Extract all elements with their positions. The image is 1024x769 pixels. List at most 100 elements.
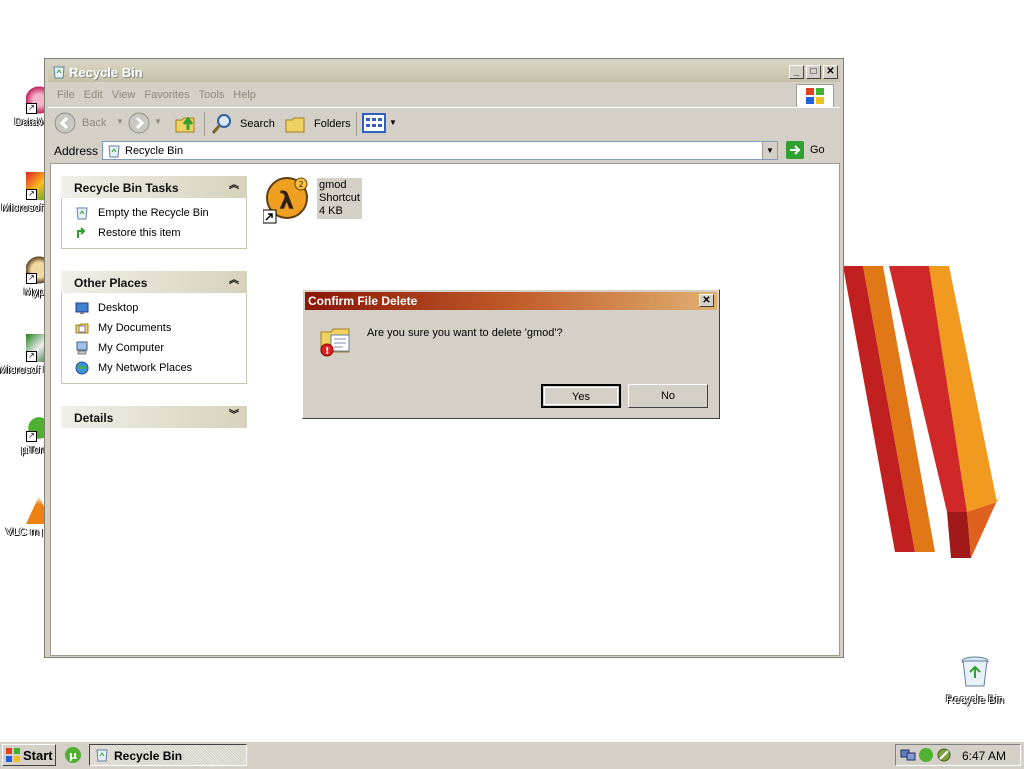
place-label: My Computer xyxy=(98,342,165,354)
chevron-down-icon: ▼ xyxy=(389,118,397,127)
panel-header[interactable]: Other Places ︽ xyxy=(61,271,247,293)
menu-favorites[interactable]: Favorites xyxy=(144,89,189,101)
expand-chevron-icon[interactable]: ︾ xyxy=(227,409,241,423)
dialog-title: Confirm File Delete xyxy=(308,294,418,308)
close-button[interactable]: ✕ xyxy=(823,65,838,79)
up-folder-button[interactable] xyxy=(174,112,198,136)
go-button[interactable]: Go xyxy=(786,141,832,161)
svg-text:!: ! xyxy=(325,346,330,357)
search-button[interactable]: Search xyxy=(210,112,280,136)
standard-toolbar: Back ▼ ▼ Search Folders ▼ xyxy=(48,107,840,140)
other-places-panel: Other Places ︽ Desktop My Documents My C… xyxy=(61,271,247,384)
menu-help[interactable]: Help xyxy=(233,89,256,101)
up-folder-icon xyxy=(175,116,195,133)
svg-text:2: 2 xyxy=(299,180,304,189)
chevron-down-icon: ▼ xyxy=(154,117,162,126)
chevron-down-icon: ▼ xyxy=(116,117,124,126)
back-label: Back xyxy=(82,117,107,129)
collapse-chevron-icon[interactable]: ︽ xyxy=(227,274,241,288)
panel-header[interactable]: Details ︾ xyxy=(61,406,247,428)
dialog-titlebar[interactable]: Confirm File Delete ✕ xyxy=(305,292,717,310)
restore-arrow-icon xyxy=(77,227,86,238)
place-label: My Documents xyxy=(98,322,172,334)
place-label: Desktop xyxy=(98,302,139,314)
folders-icon xyxy=(285,117,305,133)
file-details: gmod Shortcut 4 KB xyxy=(317,178,362,219)
windows-flag-icon xyxy=(6,748,20,762)
documents-folder-icon xyxy=(75,323,89,334)
windows-logo-icon xyxy=(796,84,834,108)
quicklaunch-utorrent[interactable]: µ xyxy=(64,746,82,764)
recycle-bin-icon xyxy=(961,656,989,687)
dialog-close-button[interactable]: ✕ xyxy=(699,294,714,307)
forward-button[interactable]: ▼ xyxy=(128,112,164,136)
start-button[interactable]: Start xyxy=(2,744,56,766)
details-panel: Details ︾ xyxy=(61,406,247,428)
tray-app-icon[interactable] xyxy=(936,747,952,763)
utorrent-tray-icon[interactable] xyxy=(918,747,934,763)
confirm-file-delete-dialog[interactable]: Confirm File Delete ✕ ! Are you sure you… xyxy=(302,289,720,419)
minimize-button[interactable]: _ xyxy=(789,65,804,79)
place-my-computer[interactable]: My Computer xyxy=(62,339,246,359)
network-tray-icon[interactable] xyxy=(900,747,916,763)
menu-tools[interactable]: Tools xyxy=(199,89,225,101)
task-empty-recycle-bin[interactable]: Empty the Recycle Bin xyxy=(62,204,246,224)
menu-bar: File Edit View Favorites Tools Help xyxy=(48,84,840,108)
desktop-recycle-bin[interactable]: Recycle Bin xyxy=(940,656,1010,712)
window-titlebar[interactable]: Recycle Bin _ □ ✕ xyxy=(48,62,840,82)
place-label: My Network Places xyxy=(98,362,193,374)
search-icon xyxy=(211,114,231,134)
recycle-bin-tasks-panel: Recycle Bin Tasks ︽ Empty the Recycle Bi… xyxy=(61,176,247,249)
file-item-gmod[interactable]: λ 2 gmod Shortcut 4 KB xyxy=(263,176,363,226)
menu-file[interactable]: File xyxy=(57,89,75,101)
panel-header[interactable]: Recycle Bin Tasks ︽ xyxy=(61,176,247,198)
address-bar: Address Recycle Bin ▼ Go xyxy=(48,140,840,162)
folders-button[interactable]: Folders xyxy=(284,112,354,136)
svg-text:µ: µ xyxy=(69,749,77,762)
dialog-message: Are you sure you want to delete 'gmod'? xyxy=(367,327,563,339)
place-my-network-places[interactable]: My Network Places xyxy=(62,359,246,379)
taskbar-button-recycle-bin[interactable]: Recycle Bin xyxy=(89,744,247,766)
recycle-bin-icon xyxy=(108,145,120,158)
address-label: Address xyxy=(54,144,99,158)
views-button[interactable]: ▼ xyxy=(362,112,398,136)
system-tray: 6:47 AM xyxy=(895,744,1021,766)
taskbar-button-label: Recycle Bin xyxy=(114,749,183,763)
panel-body: Empty the Recycle Bin Restore this item xyxy=(61,198,247,249)
recycle-bin-icon xyxy=(96,749,108,762)
toolbar-separator xyxy=(204,112,205,136)
panel-title: Other Places xyxy=(74,276,148,290)
recycle-bin-icon xyxy=(76,207,88,220)
forward-arrow-icon xyxy=(128,112,150,134)
toolbar-separator xyxy=(356,112,357,136)
menu-view[interactable]: View xyxy=(112,89,136,101)
taskbar: Start µ Recycle Bin 6:47 AM xyxy=(0,741,1024,769)
place-my-documents[interactable]: My Documents xyxy=(62,319,246,339)
place-desktop[interactable]: Desktop xyxy=(62,299,246,319)
go-arrow-icon xyxy=(786,141,804,159)
utorrent-icon: µ xyxy=(65,747,81,763)
panel-title: Details xyxy=(74,411,114,425)
file-type: Shortcut xyxy=(319,192,360,204)
network-globe-icon xyxy=(75,361,89,375)
yes-button[interactable]: Yes xyxy=(541,384,621,408)
delete-warning-icon: ! xyxy=(320,328,350,357)
views-icon xyxy=(362,113,386,133)
no-button[interactable]: No xyxy=(628,384,708,408)
file-size: 4 KB xyxy=(319,205,343,217)
address-field[interactable]: Recycle Bin ▼ xyxy=(102,141,778,160)
task-label: Restore this item xyxy=(98,227,181,239)
panel-title: Recycle Bin Tasks xyxy=(74,181,179,195)
task-restore-item[interactable]: Restore this item xyxy=(62,224,246,244)
maximize-button[interactable]: □ xyxy=(806,65,821,79)
collapse-chevron-icon[interactable]: ︽ xyxy=(227,179,241,193)
clock: 6:47 AM xyxy=(962,749,1007,763)
folders-label: Folders xyxy=(314,118,351,130)
menu-edit[interactable]: Edit xyxy=(84,89,103,101)
address-dropdown-button[interactable]: ▼ xyxy=(762,142,777,159)
go-label: Go xyxy=(810,144,825,156)
back-button[interactable]: Back ▼ xyxy=(54,112,124,136)
svg-text:λ: λ xyxy=(279,187,294,215)
start-label: Start xyxy=(23,748,53,763)
desktop-recycle-bin-label: Recycle Bin xyxy=(945,694,1005,706)
